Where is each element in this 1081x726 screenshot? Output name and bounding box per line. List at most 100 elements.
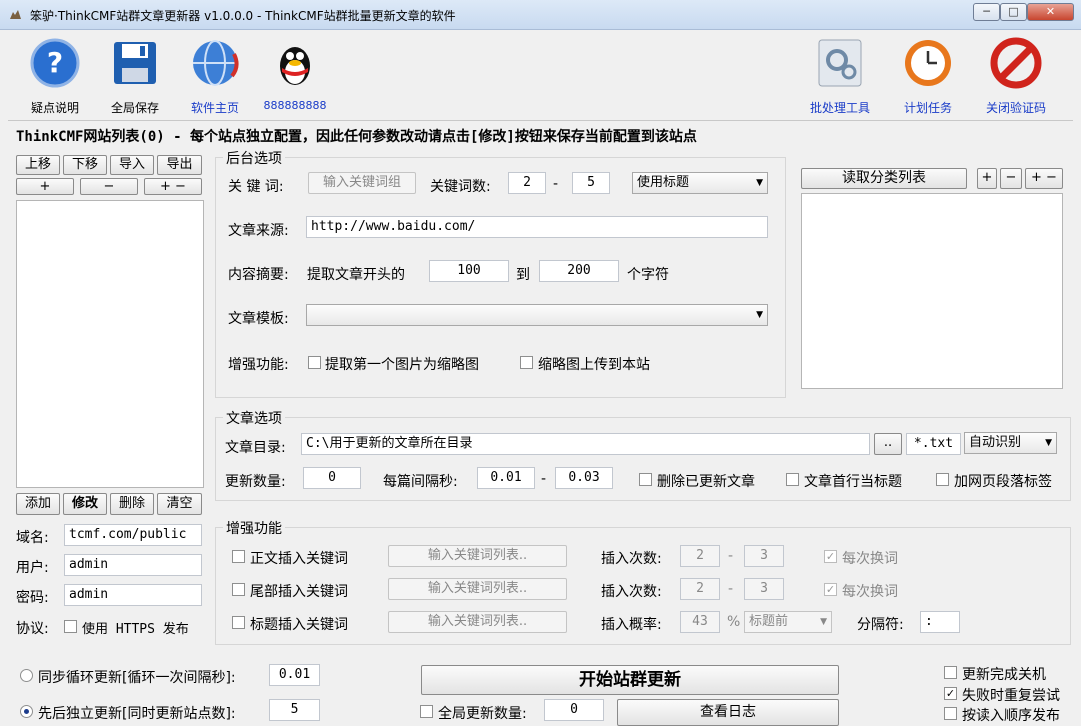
- keyword-group-button[interactable]: 输入关键词组: [308, 172, 416, 194]
- title-position-select[interactable]: 标题前 ▼: [744, 611, 832, 633]
- body-change-word-checkbox[interactable]: ✓: [824, 550, 837, 563]
- move-up-button[interactable]: 上移: [16, 155, 60, 175]
- title-mode-select[interactable]: 使用标题 ▼: [632, 172, 768, 194]
- clear-sites-button[interactable]: 清空: [157, 493, 202, 515]
- view-log-button[interactable]: 查看日志: [617, 699, 839, 726]
- extension-input[interactable]: *.txt: [906, 433, 961, 455]
- summary-to-input[interactable]: 200: [539, 260, 619, 282]
- https-checkbox[interactable]: [64, 620, 77, 633]
- interval-max-input[interactable]: 0.03: [555, 467, 613, 489]
- import-button[interactable]: 导入: [110, 155, 154, 175]
- source-input[interactable]: http://www.baidu.com/: [306, 216, 768, 238]
- paragraph-tag-checkbox[interactable]: [936, 473, 949, 486]
- maximize-button[interactable]: □: [1000, 3, 1027, 21]
- shutdown-checkbox[interactable]: [944, 666, 957, 679]
- summary-from-input[interactable]: 100: [429, 260, 509, 282]
- tail-change-word-checkbox[interactable]: ✓: [824, 583, 837, 596]
- body-insert-checkbox[interactable]: [232, 550, 245, 563]
- domain-input[interactable]: tcmf.com/public: [64, 524, 202, 546]
- export-button[interactable]: 导出: [157, 155, 202, 175]
- batch-tool-button[interactable]: 批处理工具: [802, 36, 878, 116]
- site-list-header: ThinkCMF网站列表(0) - 每个站点独立配置，因此任何参数改动请点击[修…: [16, 129, 697, 145]
- tail-insert-max[interactable]: 3: [744, 578, 784, 600]
- tail-insert-checkbox[interactable]: [232, 583, 245, 596]
- toggle-small-button[interactable]: + −: [144, 178, 202, 195]
- article-dir-input[interactable]: C:\用于更新的文章所在目录: [301, 433, 870, 455]
- shutdown-label: 更新完成关机: [962, 667, 1046, 683]
- first-line-title-checkbox[interactable]: [786, 473, 799, 486]
- start-update-button[interactable]: 开始站群更新: [421, 665, 839, 695]
- sequential-radio[interactable]: [20, 705, 33, 718]
- paragraph-tag-label: 加网页段落标签: [954, 474, 1052, 490]
- category-list[interactable]: [801, 193, 1063, 389]
- delete-updated-checkbox[interactable]: [639, 473, 652, 486]
- template-label: 文章模板:: [228, 311, 289, 327]
- remove-small-button[interactable]: −: [80, 178, 138, 195]
- sync-interval-input[interactable]: 0.01: [269, 664, 320, 686]
- update-count-input[interactable]: 0: [303, 467, 361, 489]
- insert-probability-input[interactable]: 43: [680, 611, 720, 633]
- site-list[interactable]: [16, 200, 204, 488]
- interval-dash: -: [541, 471, 547, 487]
- encoding-select[interactable]: 自动识别 ▼: [964, 432, 1057, 454]
- tail-keyword-list-button[interactable]: 输入关键词列表..: [388, 578, 567, 600]
- first-image-thumb-checkbox[interactable]: [308, 356, 321, 369]
- sync-loop-label: 同步循环更新[循环一次间隔秒]:: [38, 670, 236, 686]
- title-bar: 笨驴·ThinkCMF站群文章更新器 v1.0.0.0 - ThinkCMF站群…: [0, 0, 1081, 30]
- interval-min-input[interactable]: 0.01: [477, 467, 535, 489]
- modify-site-button[interactable]: 修改: [63, 493, 107, 515]
- keyword-count-label: 关键词数:: [430, 179, 491, 195]
- qq-link[interactable]: 888888888: [260, 36, 330, 112]
- order-checkbox[interactable]: [944, 707, 957, 720]
- qq-penguin-icon: [280, 47, 310, 85]
- move-down-button[interactable]: 下移: [63, 155, 107, 175]
- add-site-button[interactable]: 添加: [16, 493, 60, 515]
- tail-insert-min[interactable]: 2: [680, 578, 720, 600]
- global-count-label: 全局更新数量:: [438, 706, 527, 722]
- tail-insert-count-label: 插入次数:: [601, 584, 662, 600]
- template-select[interactable]: ▼: [306, 304, 768, 326]
- help-button[interactable]: ? 疑点说明: [20, 36, 90, 116]
- homepage-label: 软件主页: [190, 101, 239, 115]
- retry-checkbox[interactable]: ✓: [944, 687, 957, 700]
- add-small-button[interactable]: +: [16, 178, 74, 195]
- close-button[interactable]: ✕: [1027, 3, 1074, 21]
- category-add-button[interactable]: +: [977, 168, 997, 189]
- backend-options-title: 后台选项: [223, 148, 285, 168]
- order-label: 按读入顺序发布: [962, 708, 1060, 724]
- tail-insert-label: 尾部插入关键词: [250, 584, 348, 600]
- protocol-label: 协议:: [16, 621, 49, 637]
- scheduled-task-button[interactable]: 计划任务: [890, 36, 966, 116]
- disable-captcha-button[interactable]: 关闭验证码: [978, 36, 1054, 116]
- browse-button[interactable]: ..: [874, 433, 902, 455]
- homepage-link[interactable]: 软件主页: [180, 36, 250, 116]
- read-category-button[interactable]: 读取分类列表: [801, 168, 967, 189]
- minimize-button[interactable]: ─: [973, 3, 1000, 21]
- category-remove-button[interactable]: −: [1000, 168, 1022, 189]
- category-toggle-button[interactable]: + −: [1025, 168, 1063, 189]
- separator-input[interactable]: :: [920, 611, 960, 633]
- global-count-checkbox[interactable]: [420, 705, 433, 718]
- update-count-label: 更新数量:: [225, 474, 286, 490]
- title-insert-checkbox[interactable]: [232, 616, 245, 629]
- upload-thumb-checkbox[interactable]: [520, 356, 533, 369]
- global-count-input[interactable]: 0: [544, 699, 604, 721]
- user-input[interactable]: admin: [64, 554, 202, 576]
- body-insert-min[interactable]: 2: [680, 545, 720, 567]
- concurrent-sites-input[interactable]: 5: [269, 699, 320, 721]
- title-keyword-list-button[interactable]: 输入关键词列表..: [388, 611, 567, 633]
- delete-site-button[interactable]: 删除: [110, 493, 154, 515]
- body-insert-max[interactable]: 3: [744, 545, 784, 567]
- save-all-label: 全局保存: [110, 101, 159, 115]
- save-all-button[interactable]: 全局保存: [100, 36, 170, 116]
- keyword-count-max[interactable]: 5: [572, 172, 610, 194]
- first-line-title-label: 文章首行当标题: [804, 474, 902, 490]
- keyword-count-dash: -: [553, 176, 559, 192]
- password-input[interactable]: admin: [64, 584, 202, 606]
- sync-loop-radio[interactable]: [20, 669, 33, 682]
- keyword-count-min[interactable]: 2: [508, 172, 546, 194]
- clock-icon: [905, 40, 951, 86]
- source-label: 文章来源:: [228, 223, 289, 239]
- body-keyword-list-button[interactable]: 输入关键词列表..: [388, 545, 567, 567]
- chevron-down-icon: ▼: [756, 178, 763, 188]
